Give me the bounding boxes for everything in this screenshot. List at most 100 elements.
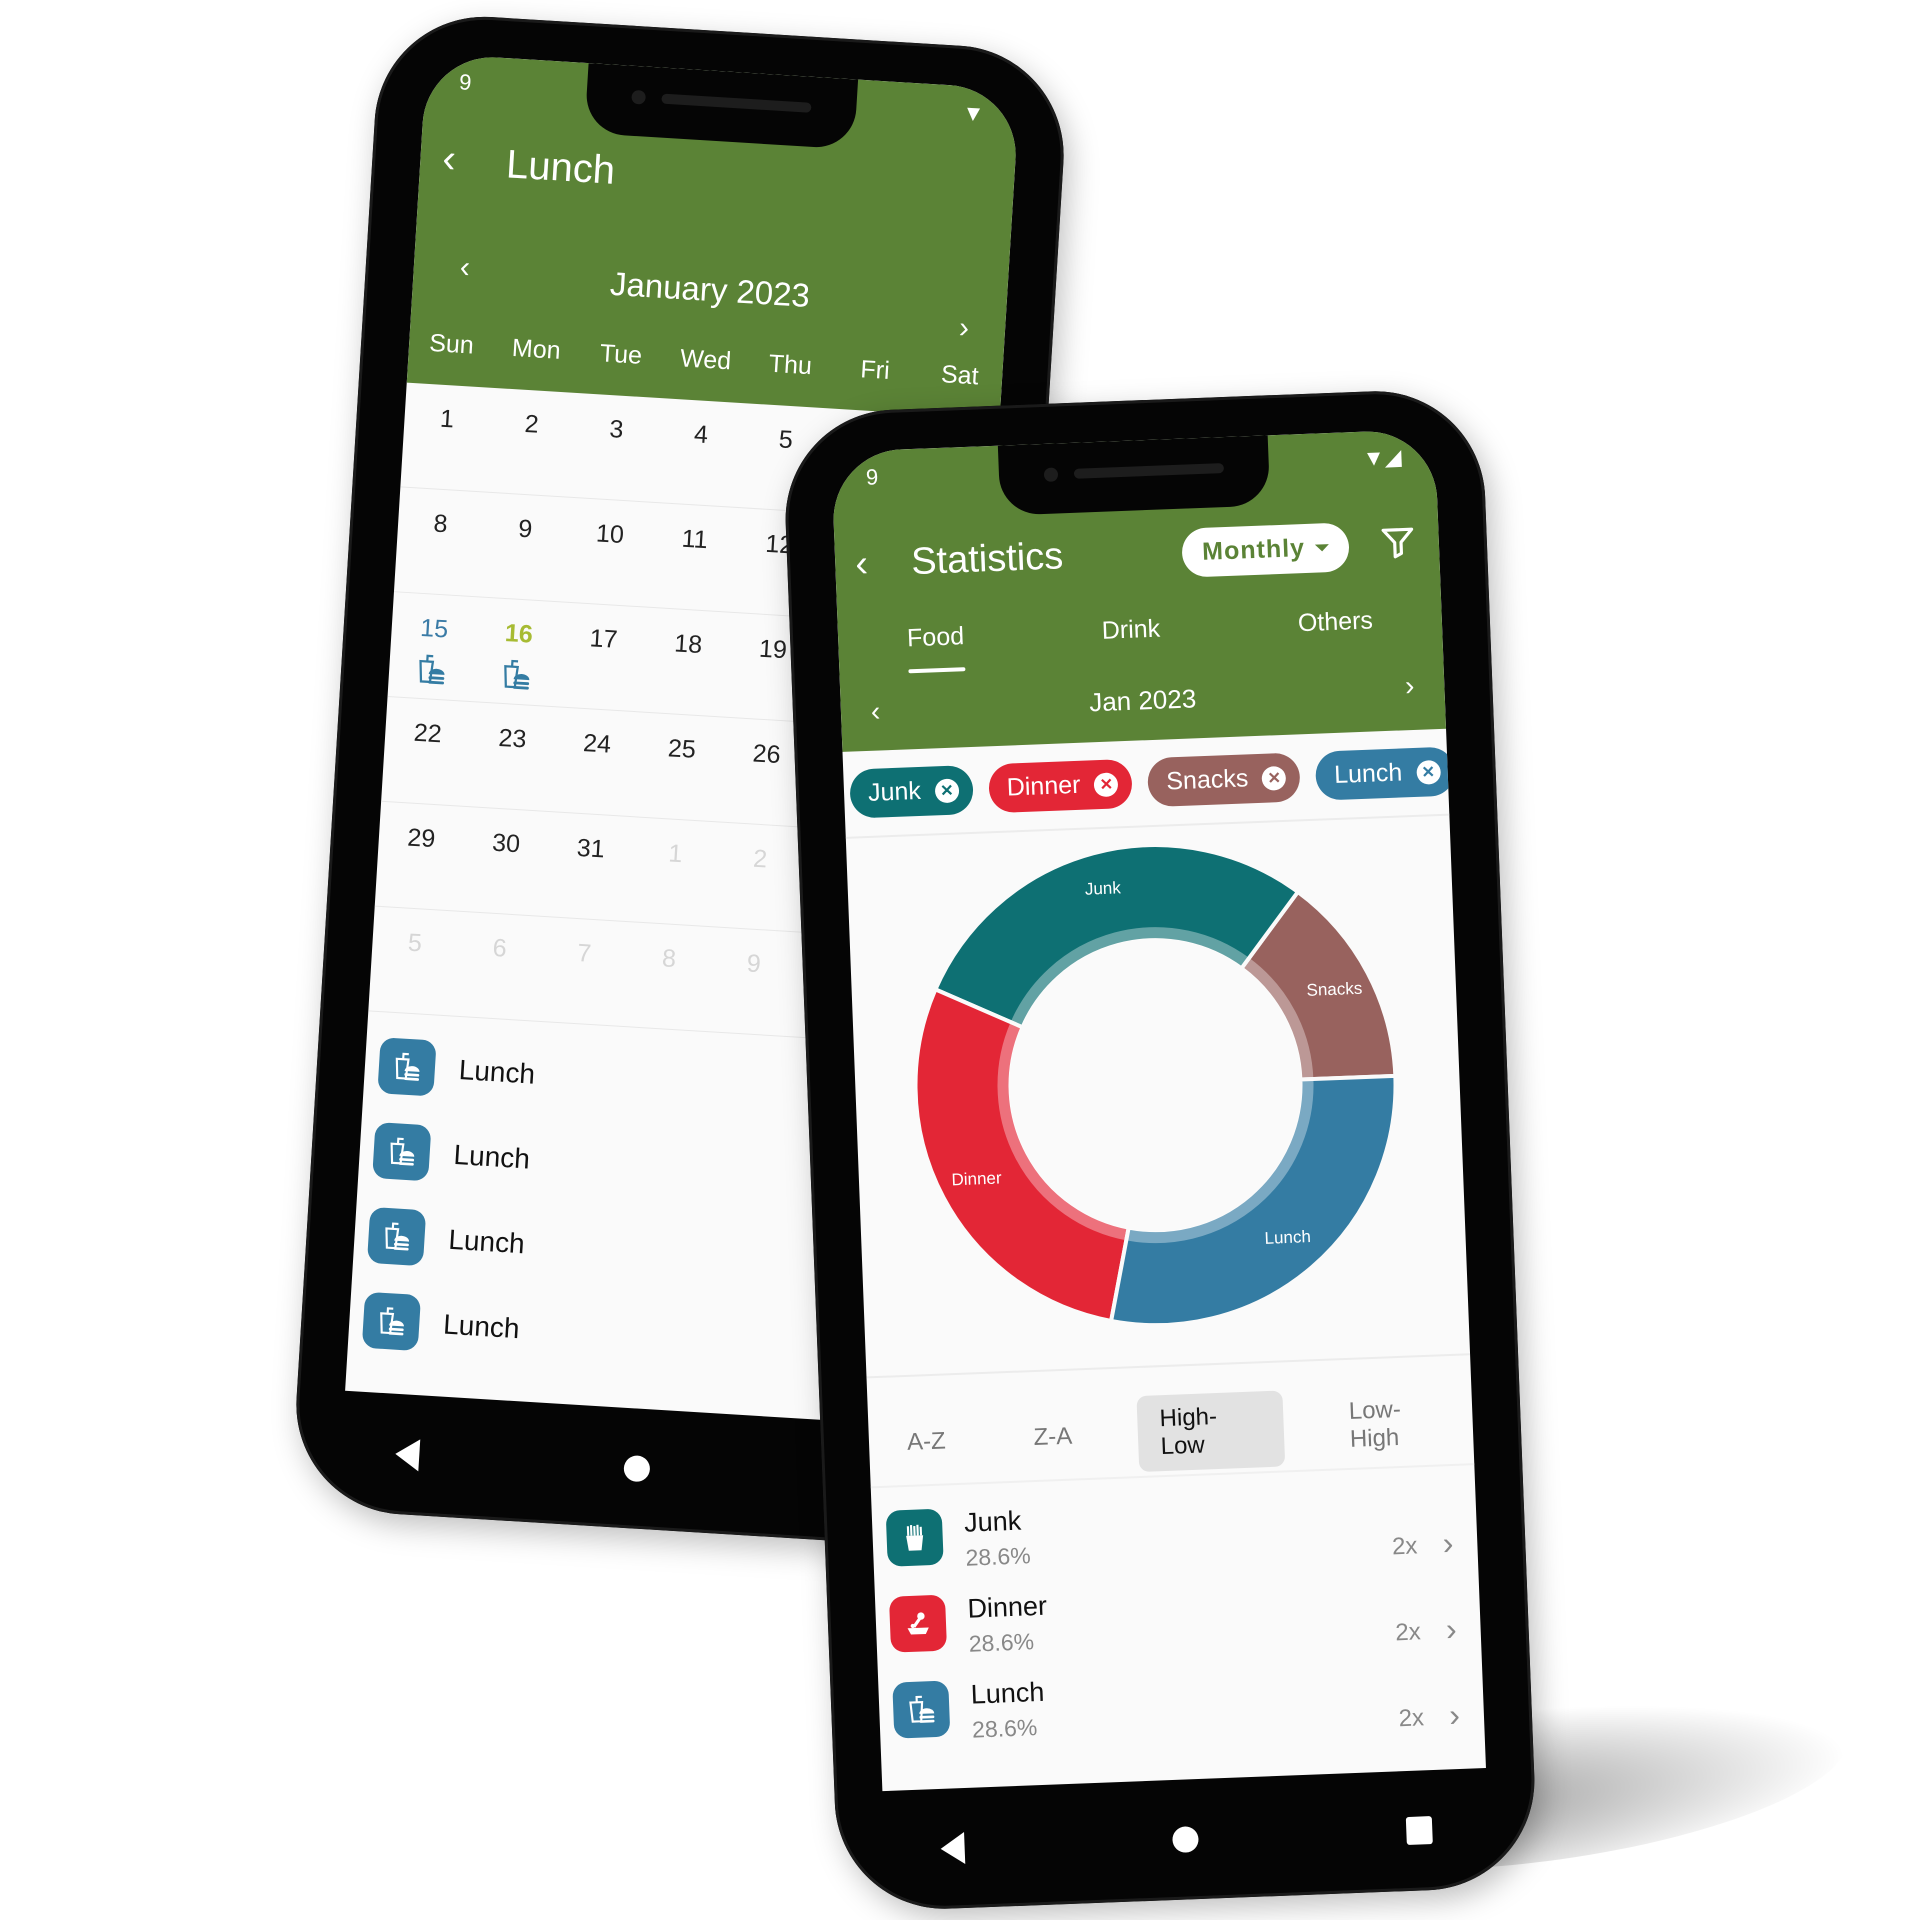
day-number: 9 bbox=[745, 949, 762, 979]
calendar-day[interactable]: 17 bbox=[557, 603, 648, 712]
calendar-day[interactable]: 24 bbox=[551, 707, 642, 816]
filter-chips: Junk ✕ Dinner ✕ Snacks ✕ Lunch ✕ bbox=[843, 746, 1456, 819]
item-percent: 28.6% bbox=[971, 1714, 1038, 1743]
item-count: 2x bbox=[1391, 1532, 1418, 1561]
calendar-day[interactable]: 2 bbox=[714, 823, 805, 932]
divider bbox=[866, 1353, 1471, 1379]
month-label: January 2023 bbox=[609, 264, 811, 314]
chip-label: Junk bbox=[867, 776, 922, 807]
day-number: 9 bbox=[517, 514, 534, 544]
calendar-day[interactable]: 1 bbox=[400, 383, 491, 492]
drink-burger-icon bbox=[377, 1036, 437, 1097]
calendar-day[interactable]: 11 bbox=[648, 503, 739, 612]
sort-option[interactable]: Z-A bbox=[1011, 1412, 1095, 1463]
weekday-header: Sun Mon Tue Wed Thu Fri Sat bbox=[408, 328, 1003, 393]
sort-option[interactable]: High-Low bbox=[1136, 1390, 1285, 1473]
nav-back-icon[interactable] bbox=[940, 1832, 966, 1865]
period-dropdown[interactable]: Monthly bbox=[1181, 522, 1350, 578]
period-dropdown-label: Monthly bbox=[1201, 534, 1306, 566]
remove-chip-icon[interactable]: ✕ bbox=[1261, 765, 1287, 791]
nav-home-icon[interactable] bbox=[623, 1454, 651, 1483]
day-number: 11 bbox=[680, 524, 709, 555]
day-number: 1 bbox=[439, 404, 455, 434]
calendar-day[interactable]: 3 bbox=[570, 393, 661, 502]
nav-home-icon[interactable] bbox=[1171, 1826, 1199, 1854]
system-nav-bar bbox=[834, 1766, 1538, 1913]
donut-label: Dinner bbox=[951, 1168, 1002, 1189]
chevron-right-icon[interactable]: › bbox=[1445, 1611, 1457, 1648]
weekday-label: Fri bbox=[859, 355, 891, 386]
remove-chip-icon[interactable]: ✕ bbox=[934, 777, 960, 803]
calendar-day[interactable]: 6 bbox=[453, 912, 544, 1021]
filter-chip-dinner[interactable]: Dinner ✕ bbox=[987, 758, 1134, 814]
nav-recents-icon[interactable] bbox=[1405, 1816, 1433, 1846]
day-number: 2 bbox=[523, 409, 540, 439]
donut-svg: Snacks Junk Dinner Lunch bbox=[913, 843, 1398, 1328]
calendar-day[interactable]: 30 bbox=[459, 807, 550, 916]
filter-chip-junk[interactable]: Junk ✕ bbox=[849, 764, 974, 819]
day-number: 6 bbox=[491, 933, 508, 963]
calendar-day[interactable]: 4 bbox=[654, 398, 745, 507]
calendar-day[interactable]: 29 bbox=[375, 802, 466, 911]
item-count: 2x bbox=[1394, 1618, 1422, 1647]
meal-icon bbox=[888, 1594, 948, 1653]
entry-label: Lunch bbox=[452, 1138, 531, 1175]
next-period-button[interactable]: › bbox=[1404, 670, 1415, 702]
calendar-day[interactable]: 18 bbox=[642, 608, 733, 717]
weekday-label: Mon bbox=[511, 333, 562, 365]
tab-food[interactable]: Food bbox=[907, 622, 966, 673]
item-percent: 28.6% bbox=[968, 1628, 1035, 1657]
chevron-right-icon[interactable]: › bbox=[1442, 1525, 1454, 1562]
entry-label: Lunch bbox=[457, 1053, 537, 1090]
chip-label: Lunch bbox=[1333, 758, 1403, 790]
caret-down-icon bbox=[1314, 544, 1330, 552]
page-title: Lunch bbox=[504, 142, 617, 193]
calendar-day[interactable]: 23 bbox=[466, 702, 557, 811]
calendar-day[interactable]: 8 bbox=[622, 922, 713, 1031]
tab-others[interactable]: Others bbox=[1297, 606, 1374, 658]
item-name: Dinner bbox=[966, 1590, 1048, 1624]
phone-statistics: 9 ▼◢ ‹ Statistics Monthly Food Drink Other… bbox=[781, 387, 1539, 1913]
sort-option[interactable]: Low-High bbox=[1326, 1383, 1474, 1465]
nav-back-icon[interactable] bbox=[394, 1437, 421, 1472]
filter-icon[interactable] bbox=[1378, 522, 1418, 563]
filter-chip-snacks[interactable]: Snacks ✕ bbox=[1147, 752, 1302, 808]
day-number: 15 bbox=[419, 613, 449, 644]
calendar-day[interactable]: 2 bbox=[485, 388, 576, 497]
day-number: 16 bbox=[504, 619, 534, 649]
remove-chip-icon[interactable]: ✕ bbox=[1415, 759, 1441, 785]
filter-chip-lunch[interactable]: Lunch ✕ bbox=[1315, 746, 1456, 801]
calendar-day[interactable]: 25 bbox=[635, 713, 726, 822]
day-number: 31 bbox=[576, 833, 606, 864]
day-number: 17 bbox=[588, 624, 619, 654]
calendar-day[interactable]: 5 bbox=[368, 907, 459, 1016]
calendar-day[interactable]: 31 bbox=[544, 812, 635, 921]
back-button[interactable]: ‹ bbox=[441, 136, 457, 182]
day-number: 18 bbox=[673, 629, 704, 660]
calendar-day[interactable]: 15 bbox=[388, 592, 479, 701]
period-label: Jan 2023 bbox=[1088, 683, 1197, 718]
back-button[interactable]: ‹ bbox=[854, 543, 868, 586]
item-percent: 28.6% bbox=[965, 1542, 1032, 1571]
fries-icon bbox=[885, 1508, 944, 1567]
calendar-day[interactable]: 8 bbox=[394, 487, 485, 596]
calendar-day[interactable]: 22 bbox=[381, 697, 472, 806]
next-month-button[interactable]: › bbox=[958, 311, 970, 346]
day-number: 10 bbox=[595, 519, 625, 550]
calendar-day[interactable]: 9 bbox=[707, 927, 798, 1036]
calendar-day[interactable]: 9 bbox=[479, 493, 570, 602]
day-number: 2 bbox=[752, 844, 768, 874]
donut-label: Lunch bbox=[1264, 1227, 1311, 1248]
sort-option[interactable]: A-Z bbox=[884, 1417, 968, 1468]
tab-drink[interactable]: Drink bbox=[1101, 615, 1161, 666]
day-number: 1 bbox=[667, 839, 684, 869]
calendar-day[interactable]: 16 bbox=[472, 597, 563, 706]
remove-chip-icon[interactable]: ✕ bbox=[1093, 771, 1119, 797]
calendar-day[interactable]: 7 bbox=[538, 917, 629, 1026]
category-tabs: Food Drink Others bbox=[838, 604, 1443, 676]
day-number: 3 bbox=[608, 415, 625, 444]
chevron-right-icon[interactable]: › bbox=[1449, 1697, 1461, 1734]
calendar-day[interactable]: 10 bbox=[563, 498, 654, 607]
weekday-label: Sun bbox=[428, 328, 475, 360]
calendar-day[interactable]: 1 bbox=[629, 817, 720, 926]
